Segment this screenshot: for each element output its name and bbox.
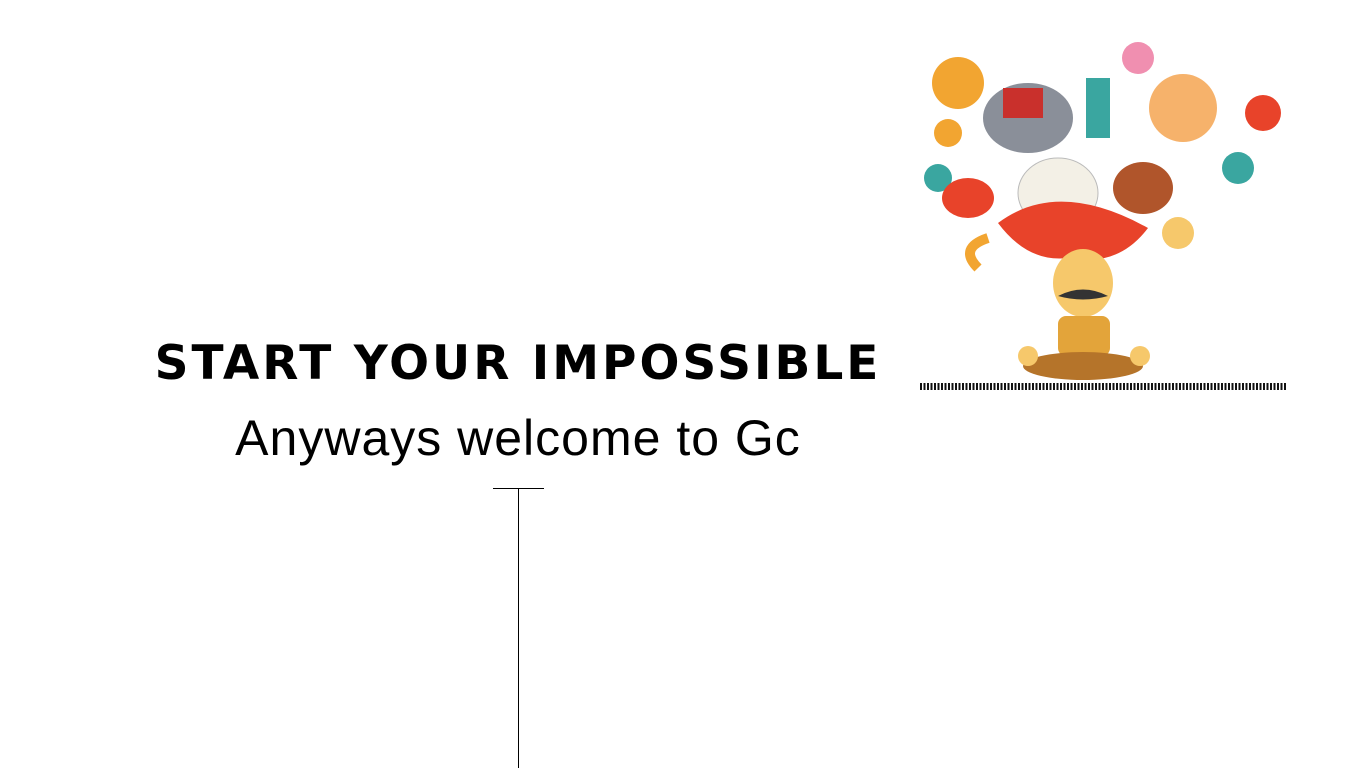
- face-icon: [1053, 249, 1113, 317]
- subtitle: Anyways welcome to Gc: [235, 410, 801, 466]
- doll-icon: [1086, 78, 1110, 138]
- lion-capital-icon: [1149, 74, 1217, 142]
- meditating-man-illustration-icon: [924, 42, 1281, 380]
- drum-icon: [1113, 162, 1173, 214]
- headline: START YOUR IMPOSSIBLE: [154, 336, 882, 391]
- tiger-icon: [932, 57, 984, 109]
- barcode-strip: [920, 383, 1286, 390]
- lotus-icon: [1122, 42, 1154, 74]
- sun-icon: [1245, 95, 1281, 131]
- divider-vertical: [518, 488, 519, 768]
